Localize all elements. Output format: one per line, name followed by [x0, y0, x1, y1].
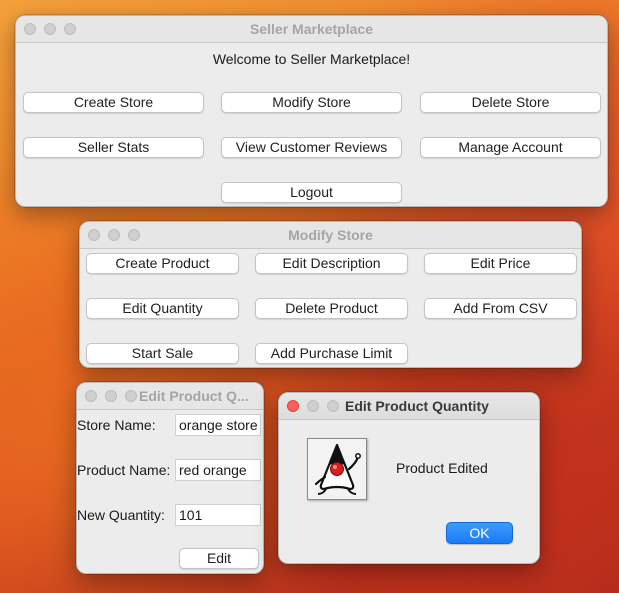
zoom-window-icon[interactable] [327, 400, 339, 412]
manage-account-button[interactable]: Manage Account [420, 137, 601, 158]
modify-store-titlebar[interactable]: Modify Store [80, 222, 581, 249]
window-title: Seller Marketplace [250, 21, 373, 37]
seller-marketplace-window: Seller Marketplace Welcome to Seller Mar… [15, 15, 608, 207]
product-name-label: Product Name: [77, 462, 171, 478]
window-controls [287, 400, 339, 412]
java-duke-icon [307, 438, 367, 500]
welcome-label: Welcome to Seller Marketplace! [212, 51, 411, 67]
minimize-window-icon[interactable] [108, 229, 120, 241]
product-name-field[interactable] [175, 459, 261, 481]
start-sale-button[interactable]: Start Sale [86, 343, 239, 364]
new-quantity-field[interactable] [175, 504, 261, 526]
create-product-button[interactable]: Create Product [86, 253, 239, 274]
close-window-icon[interactable] [85, 390, 97, 402]
dialog-message: Product Edited [396, 460, 488, 476]
window-controls [85, 390, 137, 402]
edit-price-button[interactable]: Edit Price [424, 253, 577, 274]
delete-store-button[interactable]: Delete Store [420, 92, 601, 113]
duke-mascot-graphic [314, 443, 361, 495]
window-title: Modify Store [288, 227, 373, 243]
product-edited-dialog: Edit Product Quantity Product Edited OK [278, 392, 540, 564]
create-store-button[interactable]: Create Store [23, 92, 204, 113]
ok-button[interactable]: OK [446, 522, 513, 544]
add-from-csv-button[interactable]: Add From CSV [424, 298, 577, 319]
dialog-titlebar[interactable]: Edit Product Quantity [279, 393, 539, 420]
store-name-field[interactable] [175, 414, 261, 436]
edit-product-titlebar[interactable]: Edit Product Q... [77, 383, 263, 410]
add-purchase-limit-button[interactable]: Add Purchase Limit [255, 343, 408, 364]
minimize-window-icon[interactable] [307, 400, 319, 412]
minimize-window-icon[interactable] [105, 390, 117, 402]
logout-button[interactable]: Logout [221, 182, 402, 203]
modify-store-window: Modify Store Create Product Edit Descrip… [79, 221, 582, 368]
seller-stats-button[interactable]: Seller Stats [23, 137, 204, 158]
zoom-window-icon[interactable] [128, 229, 140, 241]
close-window-icon[interactable] [88, 229, 100, 241]
seller-marketplace-titlebar[interactable]: Seller Marketplace [16, 16, 607, 43]
edit-quantity-button[interactable]: Edit Quantity [86, 298, 239, 319]
minimize-window-icon[interactable] [44, 23, 56, 35]
close-window-icon[interactable] [287, 400, 299, 412]
close-window-icon[interactable] [24, 23, 36, 35]
zoom-window-icon[interactable] [125, 390, 137, 402]
edit-product-quantity-window: Edit Product Q... Store Name: Product Na… [76, 382, 264, 574]
window-controls [24, 23, 76, 35]
edit-button[interactable]: Edit [179, 548, 259, 569]
modify-store-button[interactable]: Modify Store [221, 92, 402, 113]
window-controls [88, 229, 140, 241]
edit-description-button[interactable]: Edit Description [255, 253, 408, 274]
new-quantity-label: New Quantity: [77, 507, 165, 523]
view-customer-reviews-button[interactable]: View Customer Reviews [221, 137, 402, 158]
delete-product-button[interactable]: Delete Product [255, 298, 408, 319]
store-name-label: Store Name: [77, 417, 156, 433]
zoom-window-icon[interactable] [64, 23, 76, 35]
